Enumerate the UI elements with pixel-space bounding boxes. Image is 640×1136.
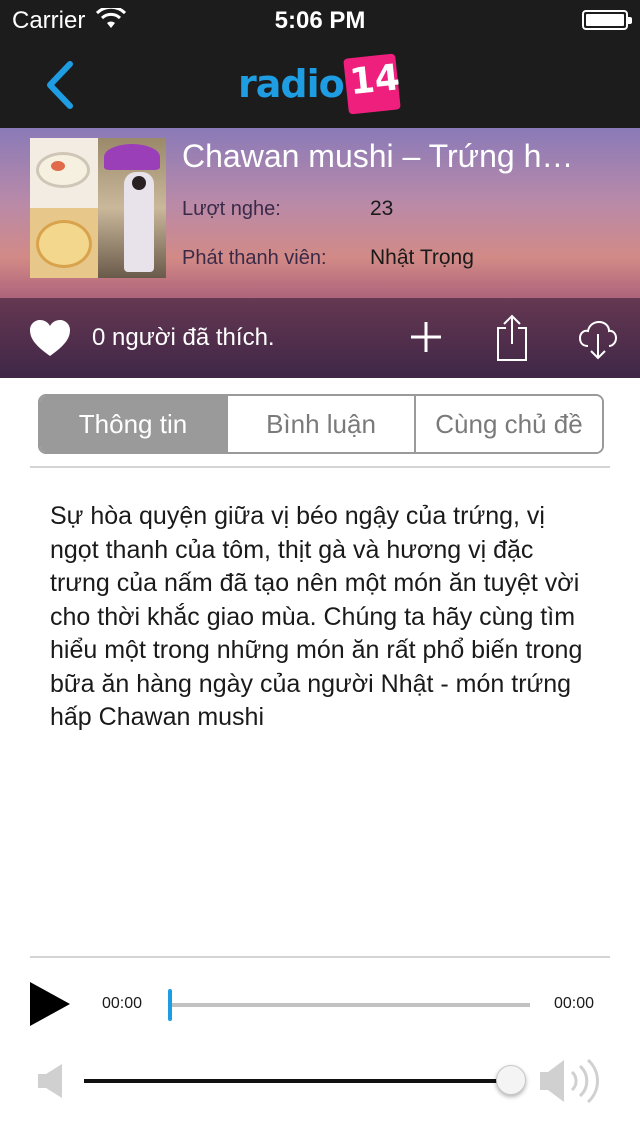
segmented-tabs: Thông tin Bình luận Cùng chủ đề — [38, 394, 604, 454]
back-chevron-icon[interactable] — [40, 60, 80, 110]
logo-badge-number: 14 — [347, 57, 402, 104]
plus-icon[interactable] — [406, 312, 446, 362]
volume-low-icon — [38, 1064, 62, 1098]
episode-header: Chawan mushi – Trứng h… Lượt nghe: 23 Ph… — [0, 128, 640, 378]
episode-description: Sự hòa quyện giữa vị béo ngậy của trứng,… — [50, 502, 583, 731]
clock: 5:06 PM — [274, 7, 366, 34]
duration: 00:00 — [554, 995, 595, 1012]
radio14-logo: radio 14 — [238, 53, 402, 115]
progress-slider[interactable] — [168, 989, 530, 1021]
volume-slider[interactable] — [84, 1065, 526, 1095]
divider — [30, 956, 610, 958]
tab-comments[interactable]: Bình luận — [226, 396, 414, 452]
current-time: 00:00 — [102, 995, 143, 1012]
tab-info[interactable]: Thông tin — [40, 396, 226, 452]
status-bar: Carrier 5:06 PM — [0, 0, 640, 40]
logo-word: radio — [238, 62, 345, 106]
cloud-download-icon[interactable] — [578, 312, 618, 362]
battery-icon — [582, 10, 632, 30]
episode-title: Chawan mushi – Trứng h… — [182, 138, 574, 174]
top-bar: Carrier 5:06 PM radio 14 — [0, 0, 640, 128]
tab-related[interactable]: Cùng chủ đề — [414, 396, 602, 452]
episode-thumbnail — [30, 138, 166, 278]
heart-icon[interactable] — [28, 318, 72, 358]
plays-label: Lượt nghe: — [182, 198, 281, 220]
host-label: Phát thanh viên: — [182, 247, 327, 269]
logo-badge: 14 — [343, 53, 402, 115]
action-bar: 0 người đã thích. — [0, 298, 640, 378]
plays-value: 23 — [370, 197, 394, 220]
host-value: Nhật Trọng — [370, 246, 474, 269]
play-icon[interactable] — [28, 980, 72, 1028]
divider — [30, 466, 610, 468]
likes-count: 0 người đã thích. — [92, 324, 275, 351]
share-icon[interactable] — [492, 312, 532, 362]
volume-knob[interactable] — [496, 1065, 526, 1095]
progress-head[interactable] — [168, 989, 172, 1021]
volume-high-icon — [540, 1058, 599, 1104]
